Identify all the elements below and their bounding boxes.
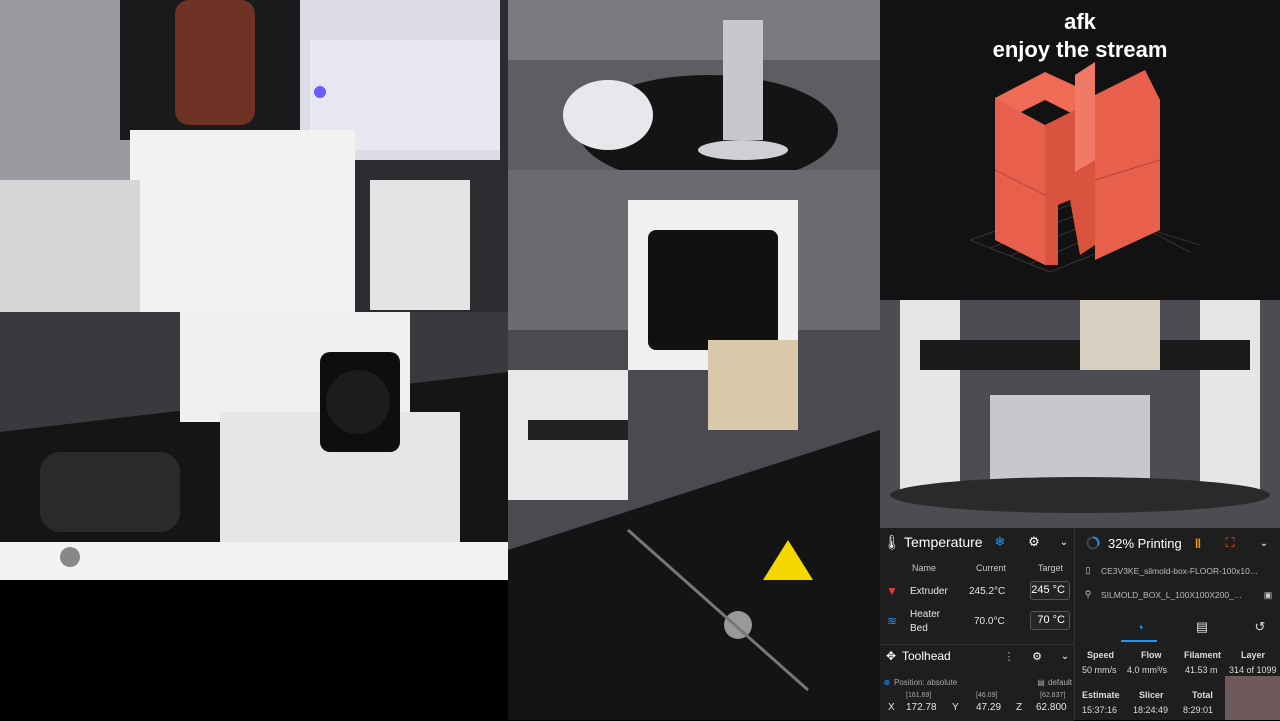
filament-value: 41.53 m xyxy=(1185,665,1218,675)
toolhead-title: Toolhead xyxy=(902,649,951,663)
temperature-panel: 🌡 Temperature ❄ ⚙ ⌄ Name Current Target … xyxy=(880,528,1074,644)
pause-icon[interactable]: ‖ xyxy=(1191,535,1205,551)
total-value: 8:29:01 xyxy=(1183,705,1214,715)
front-overview-cam xyxy=(880,300,1280,528)
y-value[interactable]: 47.29 xyxy=(976,702,1001,713)
speed-value: 50 mm/s xyxy=(1082,665,1117,675)
slicer-label: Slicer xyxy=(1139,690,1164,700)
status-chevron-icon[interactable]: ⌄ xyxy=(1257,535,1271,551)
extruder-label: Extruder xyxy=(910,586,948,597)
file-name-2: SILMOLD_BOX_L_100X100X200_… xyxy=(1101,590,1243,600)
bed-target-input[interactable]: 70 °C xyxy=(1030,611,1070,630)
col-target: Target xyxy=(1038,563,1064,573)
layer-value: 314 of 1099 xyxy=(1229,665,1277,675)
thumbnail-image xyxy=(1225,676,1280,720)
flow-label: Flow xyxy=(1141,650,1162,660)
filament-label: Filament xyxy=(1184,650,1222,660)
gear-icon[interactable]: ⚙ xyxy=(1026,534,1042,550)
thermometer-icon: 🌡 xyxy=(883,533,901,550)
x-raw: [161.69] xyxy=(906,692,932,699)
y-raw: [46.09] xyxy=(976,692,998,699)
col-name: Name xyxy=(912,563,937,573)
tab-file-icon[interactable]: ▤ xyxy=(1193,618,1211,636)
toolhead-panel: ✥ Toolhead ⋮ ⚙ ⌄ ⊕ Position: absolute de… xyxy=(880,644,1074,721)
extruder-current: 245.2°C xyxy=(969,586,1006,597)
move-icon: ✥ xyxy=(885,649,897,663)
profile-label: default xyxy=(1048,678,1073,687)
x-label: X xyxy=(888,702,895,713)
snowflake-icon[interactable]: ❄ xyxy=(992,534,1008,550)
model-preview xyxy=(969,62,1201,273)
slicer-value: 18:24:49 xyxy=(1133,705,1169,715)
status-panel: 32% Printing ‖ ⛶ ⌄ ▯ CE3V3KE_silmold-box… xyxy=(1074,528,1280,720)
layer-label: Layer xyxy=(1241,650,1266,660)
toolhead-side-cam xyxy=(0,312,508,580)
progress-ring-icon xyxy=(1085,535,1101,551)
heater-bed-label-1: Heater xyxy=(910,609,941,620)
estimate-label: Estimate xyxy=(1082,690,1120,700)
nozzle-closeup-cam xyxy=(0,0,508,312)
y-label: Y xyxy=(952,702,959,713)
afk-overlay: afk enjoy the stream xyxy=(880,0,1280,300)
active-tab-indicator xyxy=(1121,640,1157,642)
speed-label: Speed xyxy=(1087,650,1115,660)
temperature-title: Temperature xyxy=(904,534,983,550)
miniature-cam xyxy=(508,0,880,170)
toolhead-gear-icon[interactable]: ⚙ xyxy=(1030,649,1044,663)
col-current: Current xyxy=(976,563,1007,573)
tab-history-icon[interactable]: ↺ xyxy=(1251,618,1269,636)
extruder-icon: ▼ xyxy=(886,584,898,598)
total-label: Total xyxy=(1192,690,1213,700)
z-label: Z xyxy=(1016,702,1023,713)
estimate-value: 15:37:16 xyxy=(1082,705,1118,715)
tab-stats-icon[interactable]: ◔ xyxy=(1131,618,1149,636)
z-raw: [62.837] xyxy=(1040,692,1066,699)
flow-value: 4.0 mm³/s xyxy=(1127,665,1168,675)
file-name-1: CE3V3KE_silmold-box-FLOOR-100x10… xyxy=(1101,566,1259,576)
file-icon: ▯ xyxy=(1085,564,1091,575)
position-icon: ⊕ xyxy=(883,677,891,687)
position-mode: Position: absolute xyxy=(894,678,958,687)
heater-bed-icon: ≋ xyxy=(886,614,898,628)
chevron-down-icon[interactable]: ⌄ xyxy=(1056,534,1072,550)
x-value[interactable]: 172.78 xyxy=(906,702,937,713)
profile-icon: ▤ xyxy=(1037,677,1045,687)
pin-icon: ⚲ xyxy=(1084,588,1092,599)
toolhead-chevron-icon[interactable]: ⌄ xyxy=(1058,649,1072,663)
extruder-target-input[interactable]: 245 °C xyxy=(1030,581,1070,600)
file-info-icon[interactable]: ▣ xyxy=(1263,590,1273,600)
heater-bed-label-2: Bed xyxy=(910,623,928,634)
toolhead-top-cam xyxy=(508,170,880,720)
exclude-object-icon[interactable]: ⛶ xyxy=(1223,535,1237,551)
bed-current: 70.0°C xyxy=(974,616,1005,627)
progress-text: 32% Printing xyxy=(1108,536,1182,551)
more-icon[interactable]: ⋮ xyxy=(1004,649,1015,663)
z-value[interactable]: 62.800 xyxy=(1036,702,1067,713)
